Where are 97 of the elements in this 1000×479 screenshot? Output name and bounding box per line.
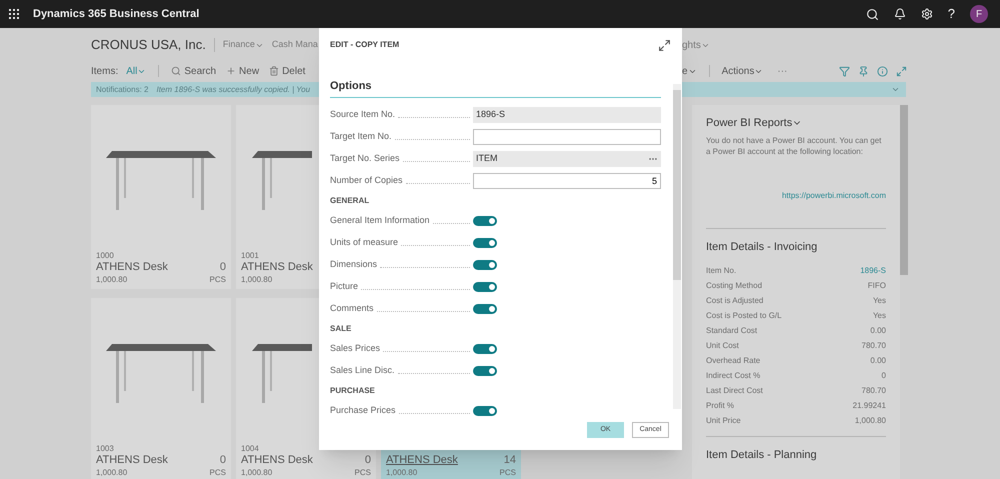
factbox-title[interactable]: Power BI Reports (706, 115, 886, 132)
item-quantity: 0 (220, 454, 226, 467)
item-card[interactable]: 1000 ATHENS Desk 0 1,000.80 PCS (91, 105, 231, 289)
detail-value[interactable]: 1896-S (860, 265, 886, 280)
section-heading: Options (330, 78, 661, 98)
item-quantity: 0 (364, 454, 371, 467)
new-action[interactable]: New (226, 64, 260, 78)
item-card[interactable]: 1003 ATHENS Desk 0 1,000.80 PCS (91, 298, 231, 479)
help-button[interactable]: ? (948, 4, 955, 24)
toggle-switch[interactable] (473, 366, 497, 376)
expand-icon[interactable] (658, 38, 671, 52)
item-unit: PCS (210, 274, 226, 285)
detail-label: Item No. (706, 265, 736, 277)
detail-value: 21.99241 (852, 400, 886, 412)
toggle-switch[interactable] (473, 238, 497, 248)
item-unit: PCS (500, 467, 516, 478)
detail-value: 780.70 (862, 385, 886, 397)
item-price: 1,000.80 (386, 467, 418, 478)
more-actions[interactable]: ··· (777, 64, 788, 78)
detail-label: Profit % (706, 400, 734, 412)
detail-label: Standard Cost (706, 325, 758, 337)
app-title[interactable]: Dynamics 365 Business Central (33, 6, 200, 22)
item-number: 1000 (96, 251, 115, 261)
company-name: CRONUS USA, Inc. (91, 36, 206, 54)
field-label: Dimensions (330, 258, 378, 271)
detail-label: Cost is Adjusted (706, 295, 764, 307)
toggle-switch[interactable] (473, 216, 497, 226)
field-label: Comments (330, 302, 374, 315)
toggle-switch[interactable] (473, 260, 497, 270)
lookup-field[interactable]: ITEM (473, 150, 661, 166)
detail-label: Cost is Posted to G/L (706, 310, 782, 322)
section-title: Item Details - Invoicing (706, 240, 818, 254)
source-item-field: 1896-S (473, 106, 661, 122)
input-field[interactable] (473, 128, 661, 144)
dialog-scrollbar[interactable] (673, 84, 681, 409)
scrollbar[interactable] (900, 105, 908, 275)
detail-value: 0 (882, 370, 886, 382)
nav-menu[interactable]: ghts (682, 38, 710, 52)
detail-value: 1,000.80 (854, 415, 886, 427)
item-price: 1,000.80 (96, 274, 128, 285)
toggle-switch[interactable] (473, 304, 497, 314)
powerbi-link[interactable]: https://powerbi.microsoft.com (782, 190, 886, 202)
item-name[interactable]: ATHENS Desk (386, 454, 458, 467)
notification-message: Item 1896-S was successfully copied. | You (156, 84, 310, 96)
detail-value: FIFO (868, 280, 886, 292)
delete-action[interactable]: Delet (269, 64, 306, 78)
plus-icon (226, 66, 236, 76)
detail-value: Yes (872, 310, 886, 322)
item-quantity: 14 (504, 454, 516, 467)
item-price: 1,000.80 (96, 467, 128, 478)
detail-label: Costing Method (706, 280, 762, 292)
chevron-icon[interactable] (891, 85, 900, 94)
item-unit: PCS (210, 467, 226, 478)
group-heading: SALE (330, 322, 352, 334)
item-price: 1,000.80 (241, 467, 272, 478)
detail-value: 0.00 (870, 355, 886, 367)
trash-icon (269, 66, 280, 76)
item-name[interactable]: ATHENS Desk (241, 261, 313, 274)
section-title: Item Details - Planning (706, 448, 818, 463)
nav-menu[interactable]: Cash Mana (272, 38, 318, 52)
item-number: 1004 (241, 444, 260, 454)
detail-label: Overhead Rate (706, 355, 760, 367)
detail-label: Indirect Cost % (706, 370, 760, 382)
number-field[interactable]: 5 (473, 172, 661, 188)
search-icon[interactable] (866, 8, 879, 20)
item-number: 1001 (241, 251, 260, 261)
item-name[interactable]: ATHENS Desk (241, 454, 313, 467)
nav-menu[interactable]: Finance (222, 38, 264, 52)
search-icon (171, 66, 182, 76)
settings-icon[interactable] (920, 8, 933, 20)
detail-label: Unit Cost (706, 340, 739, 352)
item-price: 1,000.80 (241, 274, 272, 285)
item-name[interactable]: ATHENS Desk (96, 261, 168, 274)
view-selector[interactable]: All (126, 64, 146, 78)
app-launcher-icon[interactable] (9, 9, 19, 19)
item-quantity: 0 (220, 261, 226, 274)
detail-label: Last Direct Cost (706, 385, 763, 397)
factbox-text: You do not have a Power BI account. You can get a Power BI account at the following location: (706, 134, 882, 156)
group-heading: PURCHASE (330, 384, 376, 396)
toggle-switch[interactable] (473, 344, 497, 354)
detail-value: 780.70 (862, 340, 886, 352)
action-menu[interactable]: e (682, 64, 697, 78)
toggle-switch[interactable] (473, 282, 497, 292)
item-number: 1003 (96, 444, 115, 454)
detail-value: 0.00 (870, 325, 886, 337)
search-action[interactable]: Search (171, 64, 216, 78)
detail-label: Unit Price (706, 415, 741, 427)
action-menu[interactable]: Actions (722, 64, 764, 78)
view-label: Items: (91, 64, 118, 78)
toggle-switch[interactable] (473, 406, 497, 416)
group-heading: GENERAL (330, 194, 370, 206)
item-unit: PCS (354, 467, 371, 478)
item-name[interactable]: ATHENS Desk (96, 454, 168, 467)
bell-icon[interactable] (894, 8, 906, 20)
detail-value: Yes (872, 295, 886, 307)
user-avatar[interactable]: F (970, 5, 988, 23)
dialog-title: EDIT - COPY ITEM (330, 39, 400, 51)
